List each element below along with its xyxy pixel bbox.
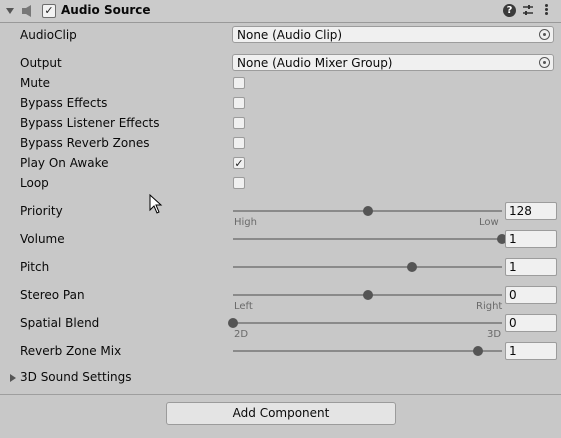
volume-value: 1 (509, 232, 517, 246)
object-picker-icon[interactable] (539, 29, 550, 40)
priority-value-field[interactable]: 128 (505, 202, 557, 220)
bypass-listener-effects-label: Bypass Listener Effects (20, 116, 160, 130)
stereo-pan-value: 0 (509, 288, 517, 302)
stereo-pan-right-caption: Right (476, 301, 503, 312)
reverb-zone-mix-value: 1 (509, 344, 517, 358)
mouse-cursor-icon (149, 194, 163, 214)
object-picker-icon[interactable] (539, 57, 550, 68)
loop-label: Loop (20, 176, 49, 190)
add-component-button[interactable]: Add Component (166, 402, 396, 425)
spatial-blend-2d-caption: 2D (234, 329, 249, 340)
reverb-zone-mix-label: Reverb Zone Mix (20, 344, 122, 358)
stereo-pan-slider-track[interactable] (233, 290, 502, 300)
reverb-zone-mix-value-field[interactable]: 1 (505, 342, 557, 360)
collapse-arrow-icon[interactable] (6, 8, 14, 14)
bypass-reverb-zones-checkbox[interactable] (233, 137, 245, 149)
component-title: Audio Source (61, 3, 151, 17)
play-on-awake-label: Play On Awake (20, 156, 109, 170)
output-value: None (Audio Mixer Group) (237, 56, 393, 70)
reverb-zone-mix-slider-thumb[interactable] (472, 346, 483, 356)
audioclip-value: None (Audio Clip) (237, 28, 343, 42)
3d-sound-settings-foldout[interactable]: 3D Sound Settings (20, 370, 132, 384)
priority-low-caption: Low (479, 217, 499, 228)
audioclip-field[interactable]: None (Audio Clip) (232, 26, 554, 43)
stereo-pan-left-caption: Left (234, 301, 253, 312)
spatial-blend-value-field[interactable]: 0 (505, 314, 557, 332)
pitch-value-field[interactable]: 1 (505, 258, 557, 276)
spatial-blend-3d-caption: 3D (487, 329, 502, 340)
output-field[interactable]: None (Audio Mixer Group) (232, 54, 554, 71)
component-enabled-checkbox[interactable]: ✓ (42, 4, 56, 18)
bypass-listener-effects-checkbox[interactable] (233, 117, 245, 129)
spatial-blend-value: 0 (509, 316, 517, 330)
pitch-value: 1 (509, 260, 517, 274)
component-header: ✓ Audio Source ? (0, 0, 561, 23)
preset-icon[interactable] (521, 3, 535, 17)
mute-label: Mute (20, 76, 51, 90)
priority-label: Priority (20, 204, 63, 218)
stereo-pan-value-field[interactable]: 0 (505, 286, 557, 304)
priority-value: 128 (509, 204, 532, 218)
volume-label: Volume (20, 232, 65, 246)
priority-slider-thumb[interactable] (362, 206, 373, 216)
stereo-pan-label: Stereo Pan (20, 288, 85, 302)
reverb-zone-mix-slider-track[interactable] (233, 346, 502, 356)
stereo-pan-slider-thumb[interactable] (362, 290, 373, 300)
spatial-blend-label: Spatial Blend (20, 316, 100, 330)
kebab-menu-icon[interactable] (543, 3, 549, 17)
pitch-slider-track[interactable] (233, 262, 502, 272)
pitch-label: Pitch (20, 260, 50, 274)
speaker-icon (22, 5, 31, 17)
foldout-arrow-icon[interactable] (10, 374, 16, 382)
audioclip-label: AudioClip (20, 28, 77, 42)
bypass-effects-checkbox[interactable] (233, 97, 245, 109)
spatial-blend-slider-thumb[interactable] (228, 318, 238, 328)
priority-high-caption: High (234, 217, 257, 228)
output-label: Output (20, 56, 62, 70)
priority-slider-track[interactable] (233, 206, 502, 216)
help-icon[interactable]: ? (503, 4, 516, 17)
bypass-reverb-zones-label: Bypass Reverb Zones (20, 136, 150, 150)
pitch-slider-thumb[interactable] (407, 262, 418, 272)
divider (0, 394, 561, 395)
bypass-effects-label: Bypass Effects (20, 96, 108, 110)
mute-checkbox[interactable] (233, 77, 245, 89)
volume-slider-track[interactable] (233, 234, 507, 244)
spatial-blend-slider-track[interactable] (228, 318, 502, 328)
play-on-awake-checkbox[interactable]: ✓ (233, 157, 245, 169)
volume-value-field[interactable]: 1 (505, 230, 557, 248)
loop-checkbox[interactable] (233, 177, 245, 189)
